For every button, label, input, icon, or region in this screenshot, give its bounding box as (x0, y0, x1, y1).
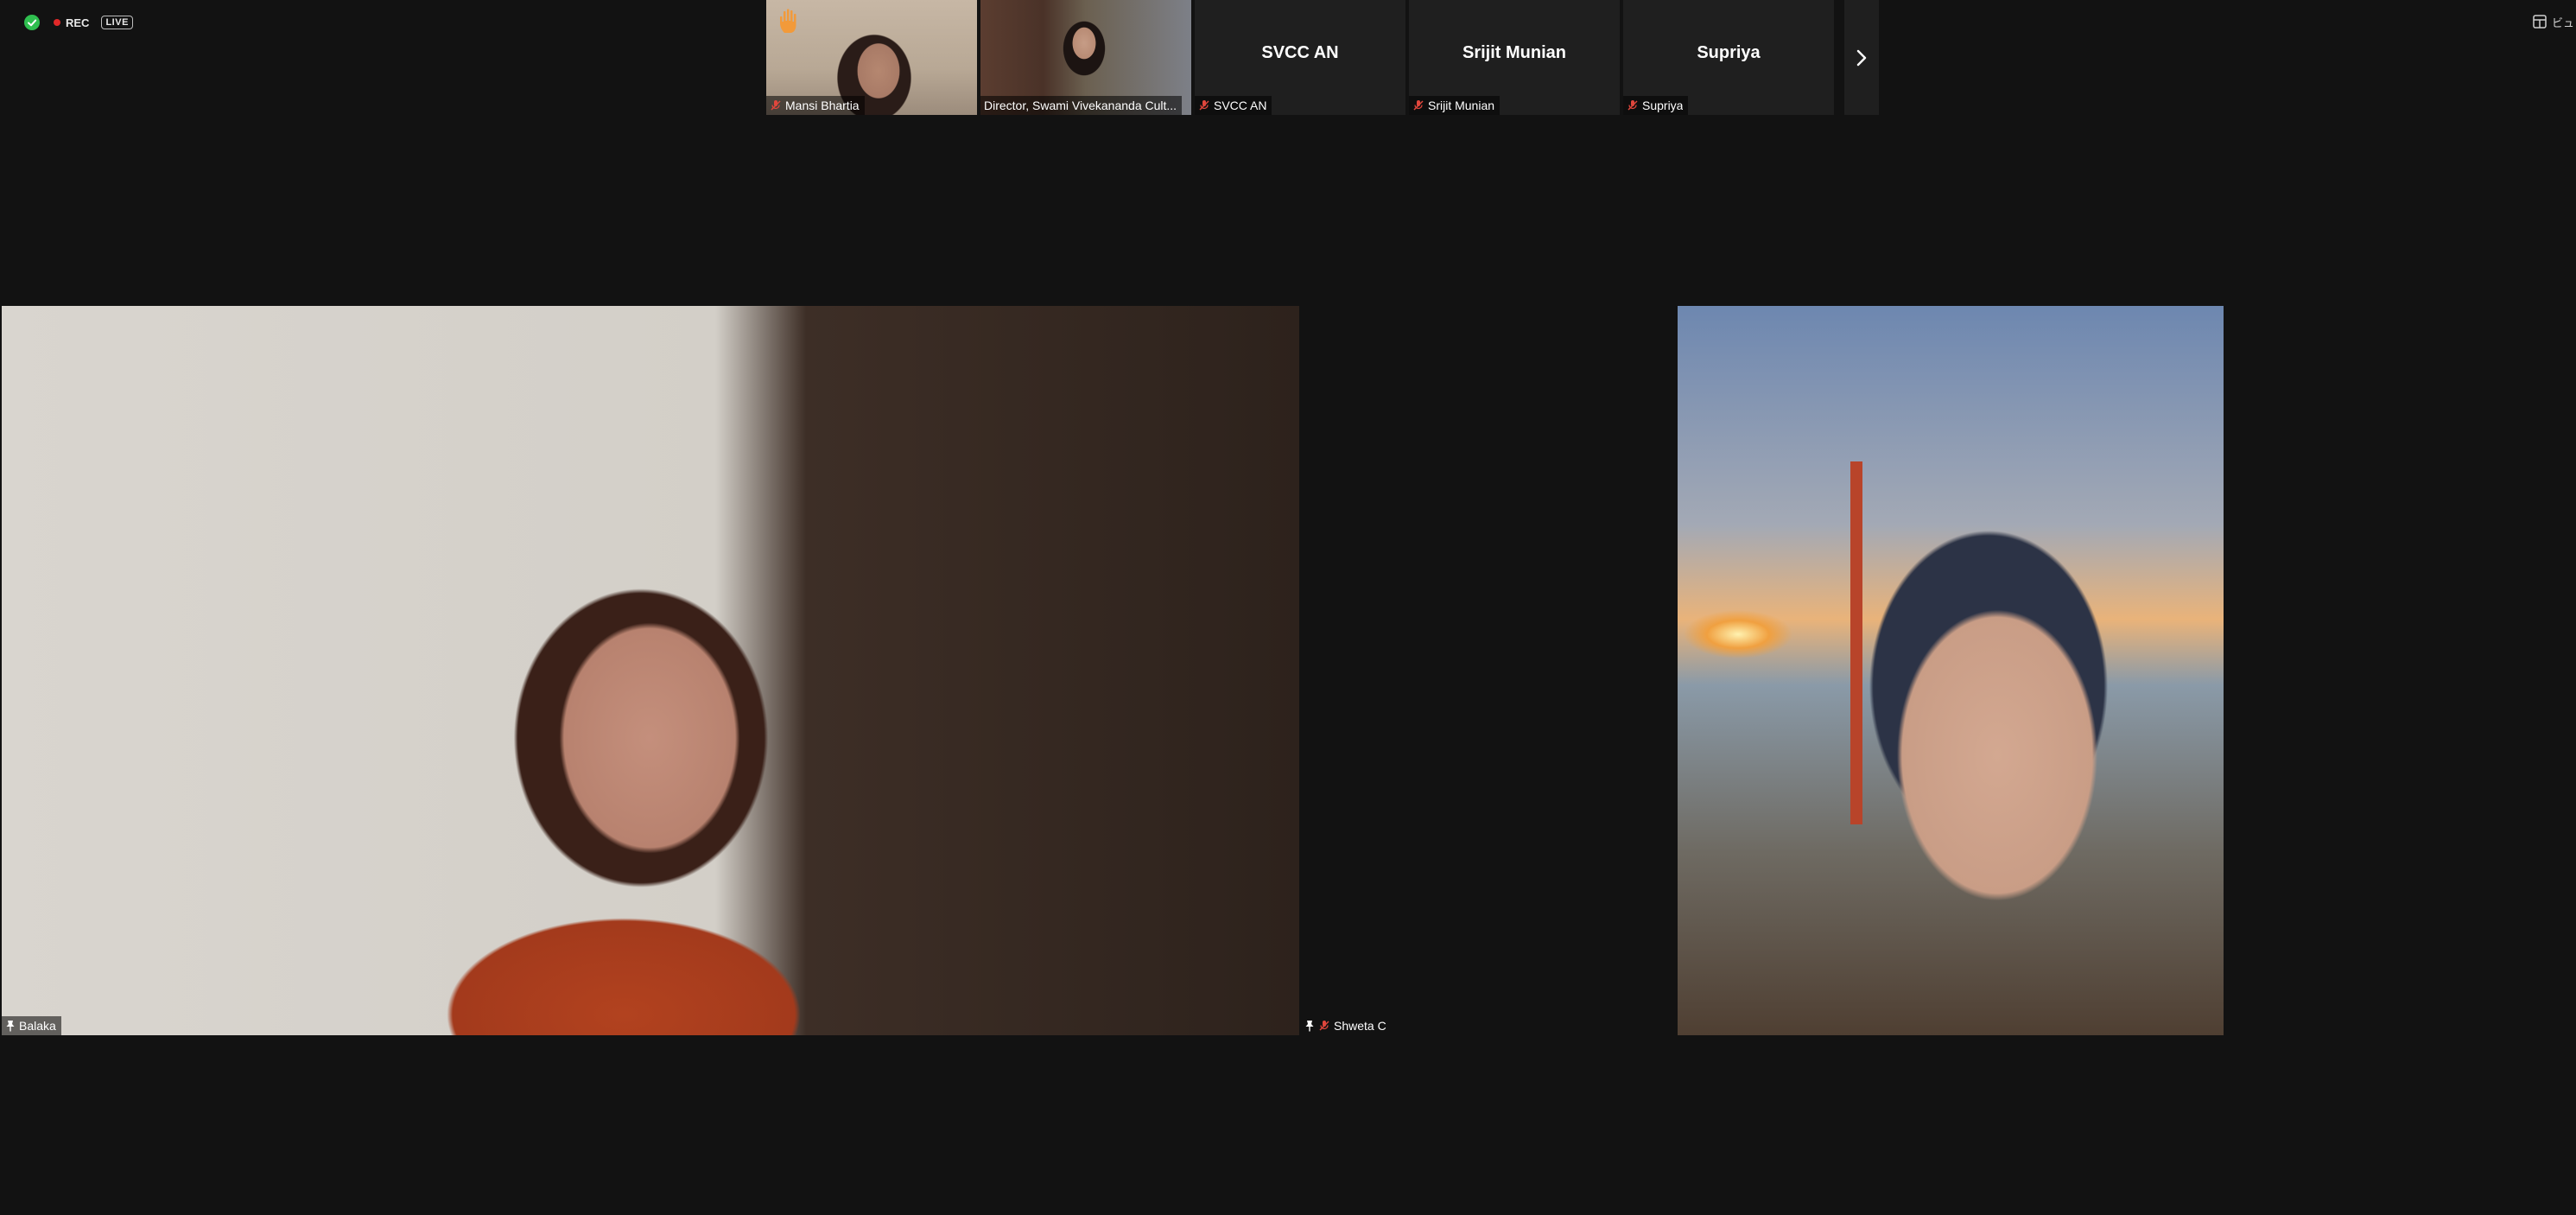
participant-name-tag: Director, Swami Vivekananda Cult... (980, 96, 1183, 115)
participant-name: Director, Swami Vivekananda Cult... (984, 99, 1177, 112)
participant-name: Supriya (1642, 99, 1684, 112)
participant-tile[interactable]: Director, Swami Vivekananda Cult... (980, 0, 1191, 115)
participant-name-tag: SVCC AN (1195, 96, 1272, 115)
shield-icon[interactable] (22, 13, 41, 32)
raised-hand-icon (780, 9, 796, 33)
participant-name-tag: Srijit Munian (1409, 96, 1501, 115)
view-label: ビュ (2552, 16, 2575, 29)
participant-tile[interactable]: Mansi Bhartia (766, 0, 977, 115)
live-badge[interactable]: LIVE (101, 16, 133, 29)
participant-tile[interactable]: Supriya Supriya (1623, 0, 1834, 115)
filmstrip-next-button[interactable] (1844, 0, 1879, 115)
participant-name: Shweta C (1334, 1019, 1386, 1033)
participant-tile[interactable]: Srijit Munian Srijit Munian (1409, 0, 1620, 115)
participant-name-tag: Supriya (1623, 96, 1689, 115)
participant-display-name: SVCC AN (1261, 43, 1339, 62)
participant-filmstrip: Mansi Bhartia Director, Swami Vivekanand… (766, 0, 1879, 115)
mic-muted-icon (1627, 100, 1638, 111)
mic-muted-icon (1413, 100, 1424, 111)
participant-tile[interactable]: SVCC AN SVCC AN (1195, 0, 1405, 115)
participant-name: Mansi Bhartia (785, 99, 860, 112)
mic-muted-icon (771, 100, 781, 111)
meeting-status: REC LIVE (22, 12, 133, 33)
participant-name-tag: Balaka (2, 1016, 61, 1035)
mic-muted-icon (1319, 1021, 1329, 1031)
bridge-tower (1850, 461, 1862, 824)
grid-view-icon (2533, 15, 2547, 29)
participant-display-name: Srijit Munian (1462, 43, 1566, 62)
record-dot-icon (54, 19, 60, 26)
participant-name: SVCC AN (1214, 99, 1267, 112)
main-video-right[interactable] (1678, 306, 2224, 1035)
pin-icon (6, 1021, 15, 1032)
participant-name: Balaka (19, 1019, 56, 1033)
chevron-right-icon (1856, 49, 1867, 66)
main-video-left[interactable]: Balaka (2, 306, 1299, 1035)
participant-name: Srijit Munian (1428, 99, 1495, 112)
mic-muted-icon (1199, 100, 1209, 111)
recording-indicator[interactable]: REC (54, 16, 89, 29)
participant-display-name: Supriya (1697, 43, 1761, 62)
rec-label: REC (66, 16, 90, 29)
participant-name-tag: Shweta C (1301, 1016, 1392, 1035)
participant-name-tag: Mansi Bhartia (766, 96, 865, 115)
view-button[interactable]: ビュ (2526, 10, 2576, 33)
pin-icon (1305, 1021, 1314, 1032)
